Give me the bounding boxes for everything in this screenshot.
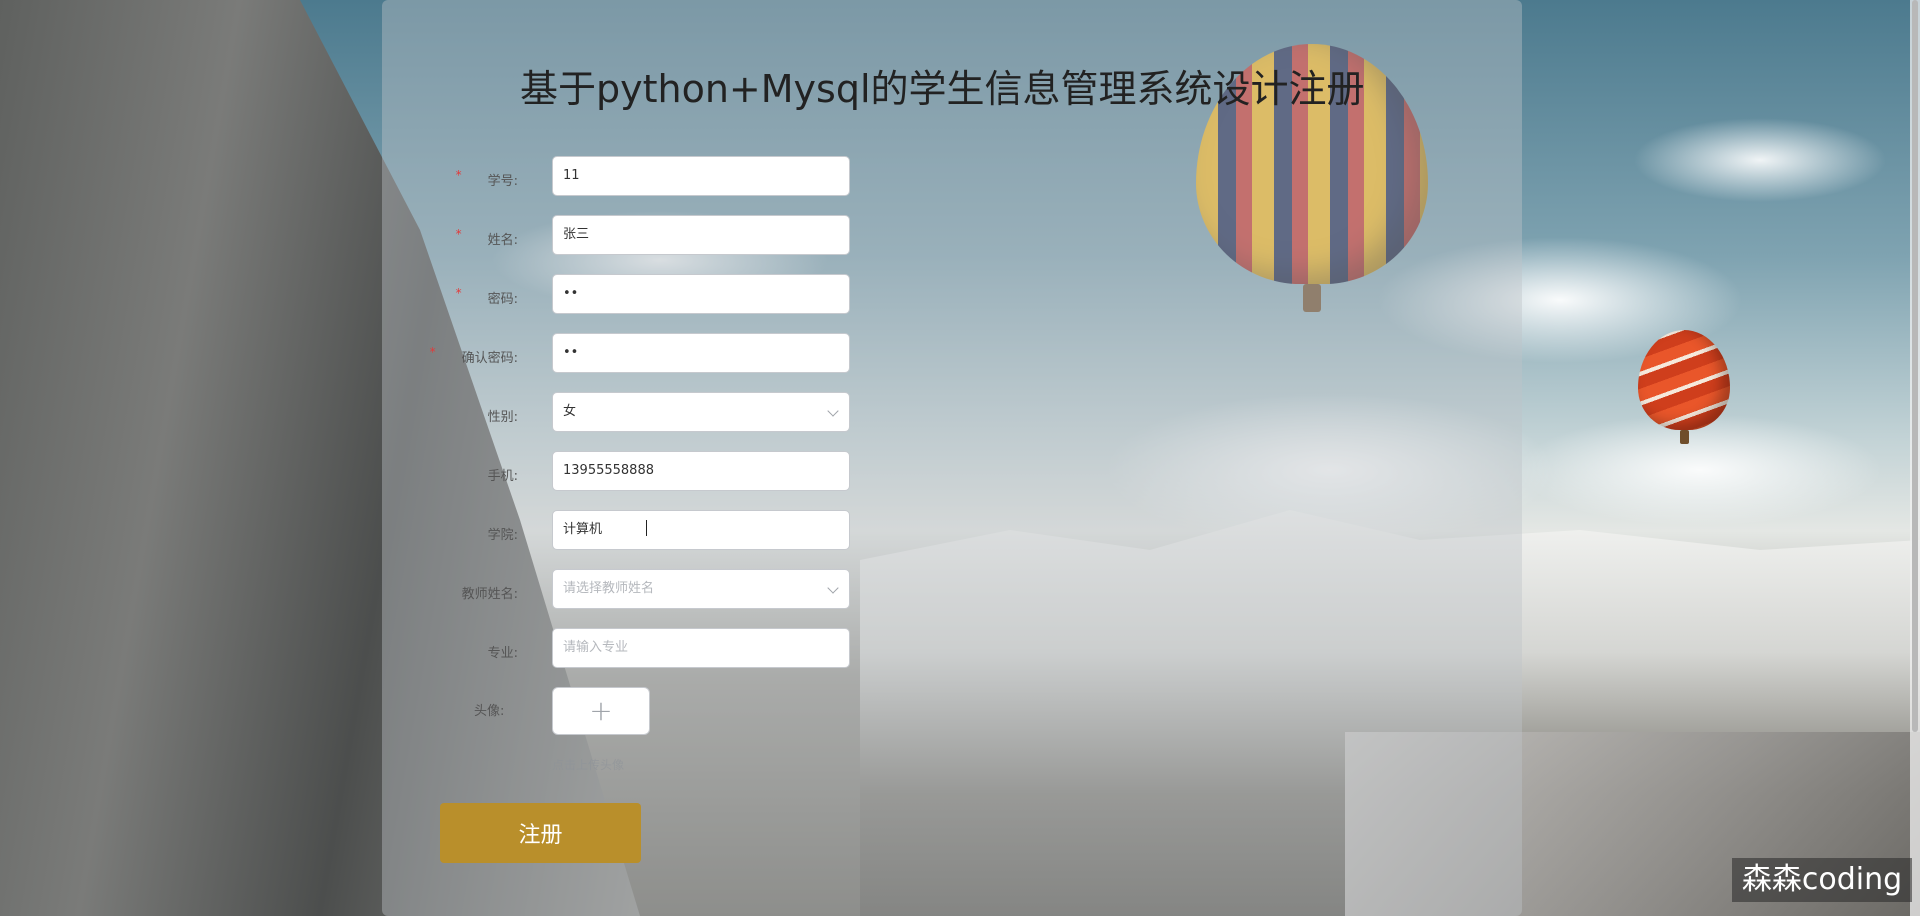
watermark: 森森coding <box>1732 858 1912 902</box>
field-label-text: 姓名: <box>487 233 518 248</box>
form-row-name: * 姓名: 张三 <box>440 215 860 259</box>
form-row-major: 专业: 请输入专业 <box>440 628 860 672</box>
field-label: 性别: <box>487 410 518 425</box>
field-label: 学院: <box>487 528 518 543</box>
field-label-text: 密码: <box>487 292 518 307</box>
form-row-password: * 密码: •• <box>440 274 860 318</box>
form-row-student-id: * 学号: 11 <box>440 156 860 200</box>
register-button[interactable]: 注册 <box>440 803 641 863</box>
teacher-placeholder: 请选择教师姓名 <box>563 581 655 596</box>
form-row-gender: 性别: 女 <box>440 392 860 436</box>
scrollbar-thumb[interactable] <box>1912 0 1918 732</box>
required-star: * <box>455 286 462 300</box>
major-input[interactable]: 请输入专业 <box>552 628 850 668</box>
gender-value: 女 <box>563 404 577 419</box>
password-input[interactable]: •• <box>552 274 850 314</box>
field-label-text: 学号: <box>487 174 518 189</box>
avatar-label: 头像: <box>474 704 505 719</box>
gender-select[interactable]: 女 <box>552 392 850 432</box>
field-label-text: 确认密码: <box>461 351 518 366</box>
confirm-password-input[interactable]: •• <box>552 333 850 373</box>
chevron-down-icon <box>827 582 839 594</box>
avatar-upload-button[interactable]: + <box>552 687 650 735</box>
field-label: * 学号: <box>456 168 518 189</box>
scrollbar[interactable] <box>1910 0 1920 916</box>
form-row-confirm-password: * 确认密码: •• <box>430 333 860 377</box>
college-input[interactable]: 计算机 <box>552 510 850 550</box>
text-cursor-icon <box>646 520 655 536</box>
page-title: 基于python+Mysql的学生信息管理系统设计注册 <box>520 67 1365 111</box>
field-label: * 密码: <box>456 286 518 307</box>
field-label: * 姓名: <box>456 227 518 248</box>
avatar-upload-hint: 点击上传头像 <box>552 758 625 772</box>
required-star: * <box>455 168 462 182</box>
hot-air-balloon-small <box>1638 330 1730 430</box>
name-input[interactable]: 张三 <box>552 215 850 255</box>
teacher-select[interactable]: 请选择教师姓名 <box>552 569 850 609</box>
field-label: 手机: <box>487 469 518 484</box>
student-id-input[interactable]: 11 <box>552 156 850 196</box>
phone-input[interactable]: 13955558888 <box>552 451 850 491</box>
form-row-phone: 手机: 13955558888 <box>440 451 860 495</box>
field-label: 专业: <box>487 646 518 661</box>
field-label: * 确认密码: <box>430 345 518 366</box>
field-label: 教师姓名: <box>461 587 518 602</box>
chevron-down-icon <box>827 405 839 417</box>
form-row-teacher: 教师姓名: 请选择教师姓名 <box>440 569 860 613</box>
required-star: * <box>455 227 462 241</box>
balloon-basket <box>1680 430 1689 444</box>
plus-icon: + <box>589 694 613 727</box>
required-star: * <box>429 345 436 359</box>
